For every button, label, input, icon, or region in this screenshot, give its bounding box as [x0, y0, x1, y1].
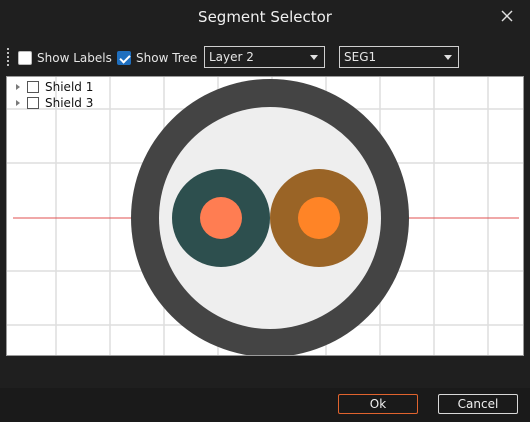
layer-select[interactable]: Layer 2 — [204, 46, 325, 68]
tree-item-label: Shield 3 — [45, 96, 94, 110]
show-tree-label: Show Tree — [136, 51, 198, 65]
dialog-title: Segment Selector — [198, 8, 332, 26]
cable-cross-section — [7, 77, 523, 355]
chevron-down-icon — [310, 55, 318, 60]
conductor-left-core[interactable] — [200, 197, 242, 239]
dialog-footer: Ok Cancel — [0, 388, 530, 422]
tree-item-shield-3[interactable]: Shield 3 — [13, 95, 93, 111]
segment-select-value: SEG1 — [344, 50, 377, 64]
tree-item-shield-1[interactable]: Shield 1 — [13, 79, 93, 95]
title-bar: Segment Selector — [0, 0, 530, 38]
toolbar: Show Labels Show Tree Layer 2 SEG1 — [0, 44, 530, 72]
tree-item-checkbox[interactable] — [27, 81, 39, 93]
show-tree-box[interactable] — [117, 51, 131, 65]
tree-item-label: Shield 1 — [45, 80, 94, 94]
tree-item-checkbox[interactable] — [27, 97, 39, 109]
segment-tree: Shield 1 Shield 3 — [13, 79, 93, 111]
ok-button[interactable]: Ok — [338, 394, 418, 414]
close-icon[interactable] — [498, 7, 516, 25]
chevron-down-icon — [444, 55, 452, 60]
expand-arrow-icon[interactable] — [16, 84, 20, 90]
show-labels-box[interactable] — [18, 51, 32, 65]
cable-cross-section-canvas[interactable]: Shield 1 Shield 3 — [6, 76, 524, 356]
show-tree-checkbox[interactable]: Show Tree — [117, 49, 197, 67]
segment-select[interactable]: SEG1 — [339, 46, 459, 68]
show-labels-label: Show Labels — [37, 51, 112, 65]
layer-select-value: Layer 2 — [209, 50, 254, 64]
toolbar-grip-icon[interactable] — [6, 48, 10, 66]
conductor-right-core[interactable] — [298, 197, 340, 239]
cancel-button[interactable]: Cancel — [438, 394, 518, 414]
show-labels-checkbox[interactable]: Show Labels — [18, 49, 112, 67]
segment-selector-dialog: Segment Selector Show Labels Show Tree L… — [0, 0, 530, 422]
expand-arrow-icon[interactable] — [16, 100, 20, 106]
